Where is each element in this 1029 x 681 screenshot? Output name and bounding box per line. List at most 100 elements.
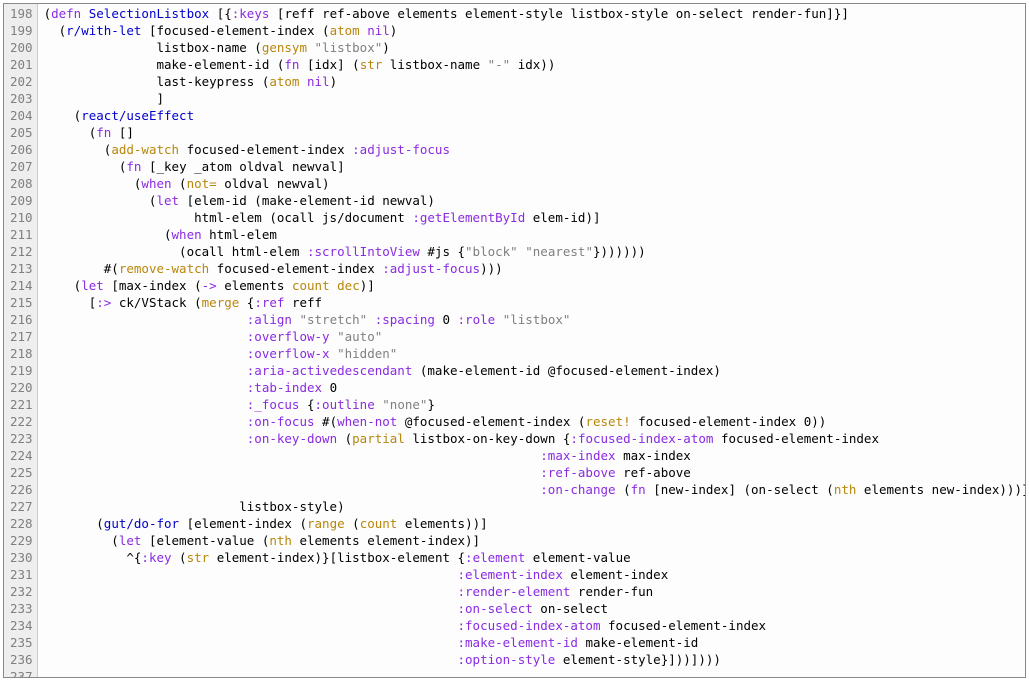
token: focused-element-index <box>713 431 879 446</box>
token: #( <box>44 261 119 276</box>
code-line[interactable]: listbox-style) <box>44 498 1025 515</box>
token <box>44 652 458 667</box>
token: "listbox" <box>315 40 383 55</box>
token: :_focus <box>247 397 300 412</box>
code-line[interactable]: :ref-above ref-above <box>44 464 1025 481</box>
token: :element-index <box>458 567 563 582</box>
token: ] <box>44 91 164 106</box>
token: let <box>156 193 179 208</box>
token: } <box>427 397 435 412</box>
code-line[interactable]: listbox-name (gensym "listbox") <box>44 39 1025 56</box>
code-line[interactable]: :tab-index 0 <box>44 379 1025 396</box>
token: fn <box>631 482 646 497</box>
code-line[interactable]: (react/useEffect <box>44 107 1025 124</box>
code-line[interactable]: (let [element-value (nth elements elemen… <box>44 532 1025 549</box>
token <box>44 601 458 616</box>
token: (make-element-id @focused-element-index) <box>412 363 721 378</box>
token: listbox-name ( <box>44 40 262 55</box>
code-line[interactable]: :option-style element-style}]))]))) <box>44 651 1025 668</box>
code-line[interactable]: :focused-index-atom focused-element-inde… <box>44 617 1025 634</box>
token: when-not <box>337 414 397 429</box>
code-line[interactable]: :aria-activedescendant (make-element-id … <box>44 362 1025 379</box>
token: element-index)}[listbox-element { <box>209 550 465 565</box>
code-line[interactable]: (when html-elem <box>44 226 1025 243</box>
code-line[interactable]: (ocall html-elem :scrollIntoView #js {"b… <box>44 243 1025 260</box>
code-line[interactable]: ^{:key (str element-index)}[listbox-elem… <box>44 549 1025 566</box>
line-number: 208 <box>10 175 33 192</box>
token <box>330 346 338 361</box>
code-line[interactable] <box>44 668 1025 677</box>
token: ( <box>44 278 82 293</box>
token: :keys <box>232 6 270 21</box>
token: str <box>187 550 210 565</box>
token: react/useEffect <box>81 108 194 123</box>
token: render-fun <box>570 584 653 599</box>
code-line[interactable]: :on-select on-select <box>44 600 1025 617</box>
line-number: 221 <box>10 396 33 413</box>
code-line[interactable]: :overflow-x "hidden" <box>44 345 1025 362</box>
token: fn <box>96 125 111 140</box>
code-line[interactable]: :make-element-id make-element-id <box>44 634 1025 651</box>
token: ( <box>44 533 119 548</box>
code-line[interactable]: make-element-id (fn [idx] (str listbox-n… <box>44 56 1025 73</box>
code-line[interactable]: :on-key-down (partial listbox-on-key-dow… <box>44 430 1025 447</box>
code-line[interactable]: html-elem (ocall js/document :getElement… <box>44 209 1025 226</box>
line-number: 218 <box>10 345 33 362</box>
code-line[interactable]: (let [max-index (-> elements count dec)] <box>44 277 1025 294</box>
code-line[interactable]: (when (not= oldval newval) <box>44 175 1025 192</box>
token: ( <box>345 516 360 531</box>
token: [{ <box>209 6 232 21</box>
code-line[interactable]: [:> ck/VStack (merge {:ref reff <box>44 294 1025 311</box>
token: ( <box>44 125 97 140</box>
code-area[interactable]: (defn SelectionListbox [{:keys [reff ref… <box>38 4 1025 677</box>
token: :spacing <box>375 312 435 327</box>
token: ck/VStack ( <box>111 295 201 310</box>
code-line[interactable]: (let [elem-id (make-element-id newval) <box>44 192 1025 209</box>
code-line[interactable]: last-keypress (atom nil) <box>44 73 1025 90</box>
token: remove-watch <box>119 261 209 276</box>
line-number: 201 <box>10 56 33 73</box>
token: "listbox" <box>503 312 571 327</box>
line-number: 202 <box>10 73 33 90</box>
line-number: 234 <box>10 617 33 634</box>
token: :option-style <box>458 652 556 667</box>
code-line[interactable]: :element-index element-index <box>44 566 1025 583</box>
token: SelectionListbox <box>89 6 209 21</box>
code-line[interactable]: #(remove-watch focused-element-index :ad… <box>44 260 1025 277</box>
code-line[interactable]: (defn SelectionListbox [{:keys [reff ref… <box>44 5 1025 22</box>
token: ( <box>44 23 67 38</box>
token: when <box>141 176 171 191</box>
code-line[interactable]: ] <box>44 90 1025 107</box>
code-line[interactable]: :on-change (fn [new-index] (on-select (n… <box>44 481 1025 498</box>
code-line[interactable]: (add-watch focused-element-index :adjust… <box>44 141 1025 158</box>
token: @focused-element-index ( <box>397 414 585 429</box>
code-line[interactable]: (r/with-let [focused-element-index (atom… <box>44 22 1025 39</box>
token <box>495 312 503 327</box>
token: :getElementById <box>412 210 525 225</box>
code-line[interactable]: :max-index max-index <box>44 447 1025 464</box>
line-number: 209 <box>10 192 33 209</box>
code-line[interactable]: :overflow-y "auto" <box>44 328 1025 345</box>
token: element-value <box>525 550 630 565</box>
token <box>44 397 247 412</box>
code-line[interactable]: (fn [] <box>44 124 1025 141</box>
token: atom <box>330 23 360 38</box>
code-line[interactable]: :align "stretch" :spacing 0 :role "listb… <box>44 311 1025 328</box>
code-line[interactable]: (fn [_key _atom oldval newval] <box>44 158 1025 175</box>
token: { <box>239 295 254 310</box>
line-number: 206 <box>10 141 33 158</box>
token: ^{ <box>44 550 142 565</box>
code-line[interactable]: :_focus {:outline "none"} <box>44 396 1025 413</box>
code-line[interactable]: :on-focus #(when-not @focused-element-in… <box>44 413 1025 430</box>
token: :on-key-down <box>247 431 337 446</box>
token: :scrollIntoView <box>307 244 420 259</box>
token <box>44 635 458 650</box>
token: :key <box>141 550 171 565</box>
token: ( <box>616 482 631 497</box>
code-line[interactable]: (gut/do-for [element-index (range (count… <box>44 515 1025 532</box>
token: listbox-name <box>382 57 487 72</box>
token <box>330 329 338 344</box>
token: "-" <box>488 57 511 72</box>
token: :outline <box>315 397 375 412</box>
code-line[interactable]: :render-element render-fun <box>44 583 1025 600</box>
